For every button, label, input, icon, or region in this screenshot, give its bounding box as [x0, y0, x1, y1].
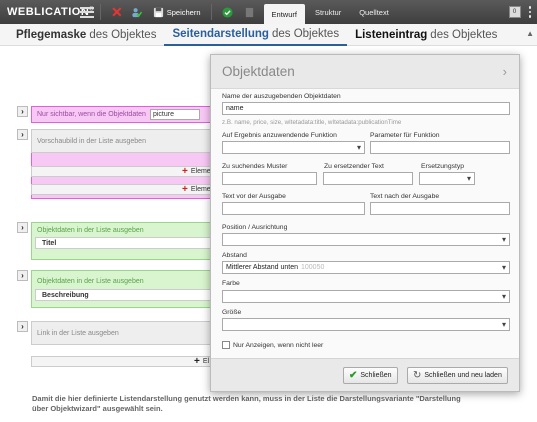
- dialog-title: Objektdaten: [222, 64, 295, 79]
- color-label: Farbe: [222, 280, 240, 287]
- page-icon: [245, 7, 253, 17]
- only-if-not-empty-label: Nur Anzeigen, wenn nicht leer: [233, 342, 324, 349]
- tab-seitendarstellung[interactable]: Seitendarstellung des Objektes: [164, 24, 348, 46]
- expand-arrow-icon[interactable]: ›: [17, 222, 28, 233]
- name-input[interactable]: name: [222, 102, 510, 115]
- counter-badge[interactable]: 0: [508, 6, 521, 18]
- plus-icon: +: [194, 356, 200, 367]
- size-select[interactable]: [222, 318, 510, 331]
- save-button[interactable]: Speichern: [149, 2, 205, 22]
- link-block[interactable]: Link in der Liste ausgeben: [31, 321, 216, 345]
- replace-type-label: Ersetzungstyp: [421, 163, 465, 170]
- spacing-select[interactable]: Mittlerer Abstand unten 100050: [222, 261, 510, 274]
- dialog-header: Objektdaten ›: [211, 55, 519, 89]
- view-tabs: Pflegemaske des Objektes Seitendarstellun…: [0, 24, 537, 46]
- app-logo: WEBLICATION®: [7, 6, 95, 18]
- tab-listeneintrag[interactable]: Listeneintrag des Objektes: [347, 24, 505, 46]
- close-reload-button[interactable]: ↻ Schließen und neu laden: [407, 367, 508, 384]
- replace-text-label: Zu ersetzender Text: [324, 163, 384, 170]
- tab-entwurf[interactable]: Entwurf: [263, 4, 305, 24]
- check-circle-icon: [221, 6, 233, 18]
- replace-text-input[interactable]: [323, 172, 413, 185]
- reload-icon: ↻: [413, 370, 422, 381]
- menu-icon[interactable]: [80, 6, 94, 18]
- color-select[interactable]: [222, 290, 510, 303]
- dialog-footer: ✔ Schließen ↻ Schließen und neu laden: [211, 358, 519, 391]
- text-before-label: Text vor der Ausgabe: [222, 193, 286, 200]
- condition-input[interactable]: picture: [149, 109, 200, 120]
- publish-disabled-button[interactable]: [240, 2, 262, 22]
- position-select[interactable]: [222, 233, 510, 246]
- search-pattern-label: Zu suchendes Muster: [222, 163, 288, 170]
- only-if-not-empty-checkbox[interactable]: [222, 341, 230, 349]
- add-element-row[interactable]: + Eleme: [31, 166, 216, 177]
- approve-button[interactable]: [127, 2, 149, 22]
- objectdata-field-title: Titel: [35, 237, 213, 249]
- check-icon: ✔: [349, 370, 358, 381]
- search-pattern-input[interactable]: [222, 172, 317, 185]
- parameter-input[interactable]: [370, 141, 510, 154]
- function-label: Auf Ergebnis anzuwendende Funktion: [222, 132, 337, 139]
- tab-quelltext[interactable]: Quelltext: [351, 3, 397, 21]
- kebab-menu-icon[interactable]: [528, 6, 531, 18]
- position-label: Position / Ausrichtung: [222, 224, 288, 231]
- plus-icon: +: [182, 166, 188, 177]
- size-label: Größe: [222, 309, 242, 316]
- expand-arrow-icon[interactable]: ›: [17, 270, 28, 281]
- objectdata-field-description: Beschreibung: [35, 289, 213, 301]
- user-check-icon: [132, 7, 142, 17]
- tab-pflegemaske[interactable]: Pflegemaske des Objektes: [0, 24, 164, 46]
- function-select[interactable]: [222, 141, 365, 154]
- text-after-input[interactable]: [370, 202, 510, 215]
- close-icon: ✕: [111, 4, 123, 20]
- footer-note: Damit die hier definierte Listendarstell…: [32, 394, 461, 413]
- preview-block[interactable]: Vorschaubild in der Liste ausgeben: [31, 129, 216, 153]
- text-after-label: Text nach der Ausgabe: [370, 193, 440, 200]
- add-element-button[interactable]: + El: [31, 356, 216, 367]
- floppy-disk-icon: [153, 7, 163, 17]
- replace-type-select[interactable]: [419, 172, 475, 185]
- condition-block[interactable]: Nur sichtbar, wenn die Objektdaten pictu…: [31, 106, 216, 123]
- close-dialog-button[interactable]: ✔ Schließen: [343, 367, 398, 384]
- plus-icon: +: [182, 184, 188, 195]
- scroll-up-icon[interactable]: ▲: [526, 29, 534, 38]
- name-label: Name der auszugebenden Objektdaten: [222, 93, 341, 100]
- add-element-row[interactable]: + Eleme: [31, 184, 216, 195]
- text-before-input[interactable]: [222, 202, 365, 215]
- expand-arrow-icon[interactable]: ›: [17, 129, 28, 140]
- publish-button[interactable]: [218, 2, 240, 22]
- spacing-label: Abstand: [222, 252, 247, 259]
- objektdaten-dialog: Objektdaten › Name der auszugebenden Obj…: [210, 54, 520, 392]
- close-button[interactable]: ✕: [107, 2, 127, 22]
- expand-arrow-icon[interactable]: ›: [17, 321, 28, 332]
- chevron-right-icon[interactable]: ›: [503, 64, 507, 79]
- name-hint: z.B. name, price, size, wItetadata:title…: [222, 119, 402, 126]
- tab-struktur[interactable]: Struktur: [307, 3, 349, 21]
- top-toolbar: WEBLICATION® ✕ Speichern Entwurf Struktu…: [0, 0, 537, 24]
- expand-arrow-icon[interactable]: ›: [17, 106, 28, 117]
- parameter-label: Parameter für Funktion: [370, 132, 440, 139]
